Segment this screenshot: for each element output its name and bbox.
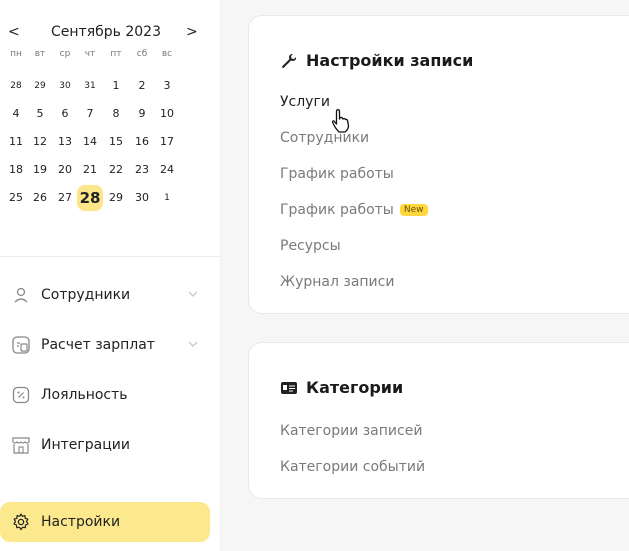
card-title: Категории — [280, 378, 403, 397]
link-event-categories[interactable]: Категории событий — [280, 459, 425, 475]
link-work-schedule-new[interactable]: График работы New — [280, 202, 428, 218]
calendar-month-label[interactable]: Сентябрь 2023 — [51, 22, 161, 42]
gear-icon — [13, 513, 29, 531]
calendar-day[interactable]: 16 — [129, 129, 155, 155]
calendar-day[interactable]: 4 — [3, 101, 29, 127]
sidebar-item-integrations[interactable]: Интеграции — [0, 425, 210, 465]
link-employees[interactable]: Сотрудники — [280, 130, 369, 146]
calendar-day-today[interactable]: 28 — [77, 185, 103, 211]
link-services[interactable]: Услуги — [280, 94, 330, 110]
calendar-day[interactable]: 17 — [154, 129, 180, 155]
payroll-icon — [12, 336, 30, 354]
sidebar-item-payroll[interactable]: Расчет зарплат — [0, 325, 210, 365]
chevron-down-icon[interactable] — [186, 287, 200, 301]
calendar-weekday: ср — [59, 49, 71, 59]
calendar-weekday: пт — [110, 49, 122, 59]
calendar-day[interactable]: 1 — [154, 185, 180, 211]
sidebar-divider — [0, 256, 221, 257]
calendar-day[interactable]: 20 — [52, 157, 78, 183]
new-badge: New — [399, 204, 428, 216]
calendar-day[interactable]: 22 — [103, 157, 129, 183]
percent-icon — [12, 386, 30, 404]
calendar-weekday: сб — [136, 49, 148, 59]
calendar-day[interactable]: 18 — [3, 157, 29, 183]
calendar-day[interactable]: 2 — [129, 73, 155, 99]
user-icon — [14, 287, 28, 303]
sidebar-item-label: Интеграции — [41, 437, 130, 453]
calendar-day[interactable]: 27 — [52, 185, 78, 211]
sidebar-item-settings[interactable]: Настройки — [0, 502, 210, 542]
calendar-weekday: вт — [34, 49, 46, 59]
calendar-day[interactable]: 19 — [27, 157, 53, 183]
main-content: Настройки записи Услуги Сотрудники Графи… — [221, 0, 629, 551]
calendar-day[interactable]: 21 — [77, 157, 103, 183]
categories-card: Категории Категории записей Категории со… — [248, 342, 629, 499]
calendar-day[interactable]: 15 — [103, 129, 129, 155]
records-settings-card: Настройки записи Услуги Сотрудники Графи… — [248, 15, 629, 314]
calendar-header: < Сентябрь 2023 > — [0, 22, 210, 42]
link-work-schedule[interactable]: График работы — [280, 166, 394, 182]
calendar-day[interactable]: 10 — [154, 101, 180, 127]
calendar-day[interactable]: 30 — [52, 73, 78, 99]
id-card-icon — [281, 381, 297, 394]
categories-card-title: Категории — [306, 378, 404, 397]
sidebar-item-label: Расчет зарплат — [41, 337, 155, 353]
sidebar-item-label: Лояльность — [41, 387, 128, 403]
calendar-weekday: пн — [10, 49, 22, 59]
storefront-icon — [12, 437, 30, 454]
sidebar-item-label: Сотрудники — [41, 287, 131, 303]
calendar-day[interactable]: 23 — [129, 157, 155, 183]
calendar-day[interactable]: 7 — [77, 101, 103, 127]
calendar-day[interactable]: 13 — [52, 129, 78, 155]
sidebar-item-label: Настройки — [41, 514, 121, 530]
chevron-left-icon[interactable]: < — [8, 22, 20, 42]
calendar-day[interactable]: 30 — [129, 185, 155, 211]
calendar-day[interactable]: 9 — [129, 101, 155, 127]
calendar-day[interactable]: 12 — [27, 129, 53, 155]
chevron-right-icon[interactable]: > — [186, 22, 198, 42]
records-card-title: Настройки записи — [306, 51, 474, 70]
link-resources[interactable]: Ресурсы — [280, 238, 341, 254]
link-booking-log[interactable]: Журнал записи — [280, 274, 394, 290]
calendar-day[interactable]: 8 — [103, 101, 129, 127]
calendar-day[interactable]: 24 — [154, 157, 180, 183]
calendar-weekday: вс — [161, 49, 173, 59]
calendar-day[interactable]: 3 — [154, 73, 180, 99]
sidebar: < Сентябрь 2023 > пн вт ср чт пт сб вс 28 29 30 3… — [0, 0, 221, 551]
chevron-down-icon[interactable] — [186, 337, 200, 351]
card-title: Настройки записи — [280, 51, 473, 70]
calendar-day[interactable]: 31 — [77, 73, 103, 99]
wrench-icon — [282, 53, 297, 68]
calendar-day[interactable]: 29 — [103, 185, 129, 211]
calendar-day[interactable]: 28 — [3, 73, 29, 99]
calendar-day[interactable]: 11 — [3, 129, 29, 155]
calendar-day[interactable]: 1 — [103, 73, 129, 99]
calendar-weekday: чт — [84, 49, 96, 59]
calendar-day[interactable]: 5 — [27, 101, 53, 127]
link-label: График работы — [280, 202, 394, 218]
calendar-day[interactable]: 25 — [3, 185, 29, 211]
calendar-day[interactable]: 26 — [27, 185, 53, 211]
calendar-day[interactable]: 6 — [52, 101, 78, 127]
link-record-categories[interactable]: Категории записей — [280, 423, 422, 439]
sidebar-item-loyalty[interactable]: Лояльность — [0, 375, 210, 415]
calendar-day[interactable]: 14 — [77, 129, 103, 155]
sidebar-item-employees[interactable]: Сотрудники — [0, 275, 210, 315]
calendar-day[interactable]: 29 — [27, 73, 53, 99]
